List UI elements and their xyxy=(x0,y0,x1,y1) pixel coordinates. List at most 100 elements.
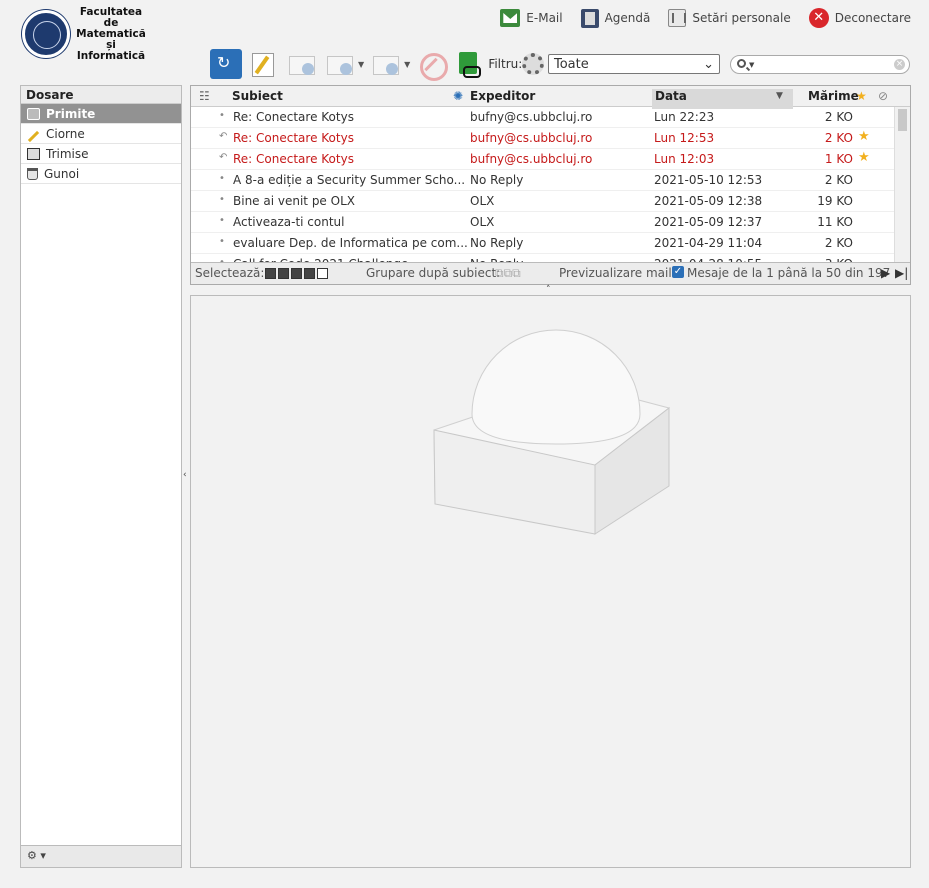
search-input[interactable]: ▼ × xyxy=(730,55,910,74)
vertical-splitter[interactable]: ‹ xyxy=(183,470,187,480)
attachment-icon[interactable]: ⊘ xyxy=(878,89,888,103)
forward-dropdown-icon[interactable]: ▼ xyxy=(404,60,410,69)
message-from: bufny@cs.ubbcluj.ro xyxy=(470,131,593,145)
forward-button[interactable] xyxy=(370,49,402,79)
message-date: Lun 12:53 xyxy=(654,131,715,145)
column-date[interactable]: Data xyxy=(655,89,687,103)
group-label: Grupare după subiect: xyxy=(366,266,501,280)
select-unread-icon[interactable] xyxy=(291,268,302,279)
preview-pane xyxy=(190,295,911,868)
folder-trash[interactable]: Gunoi xyxy=(21,164,181,184)
reply-all-button[interactable] xyxy=(324,49,356,79)
folder-drafts[interactable]: Ciorne xyxy=(21,124,181,144)
flag-star-icon[interactable]: ★ xyxy=(858,150,870,165)
replied-icon: ↶ xyxy=(219,152,228,163)
delete-button[interactable] xyxy=(416,49,449,81)
select-none-icon[interactable] xyxy=(317,268,328,279)
address-book-icon xyxy=(580,8,599,28)
table-row[interactable]: ↶ Re: Conectare Kotys bufny@cs.ubbcluj.ro L… xyxy=(191,128,896,149)
reply-button[interactable] xyxy=(286,49,318,79)
inbox-icon xyxy=(27,107,40,120)
folder-sent[interactable]: Trimise xyxy=(21,144,181,164)
nav-settings[interactable]: Setări personale xyxy=(668,8,791,28)
folder-drafts-label: Ciorne xyxy=(46,126,85,141)
nav-email[interactable]: E-Mail xyxy=(500,8,563,28)
message-size: 2 KO xyxy=(824,236,853,250)
check-mail-button[interactable] xyxy=(210,49,242,79)
pencil-icon xyxy=(27,130,40,142)
webmail-app: Facultatea de Matematică și Informatică … xyxy=(0,0,929,888)
mark-button[interactable] xyxy=(454,49,486,79)
next-page-icon[interactable]: ▶ xyxy=(881,266,890,280)
top-navigation: E-Mail Agendă Setări personale ✕ Deconec… xyxy=(500,8,911,28)
sort-desc-icon[interactable]: ▼ xyxy=(776,91,783,101)
table-row[interactable]: • Re: Conectare Kotys bufny@cs.ubbcluj.ro L… xyxy=(191,107,896,128)
column-size[interactable]: Mărime xyxy=(808,89,859,103)
message-size: 1 KO xyxy=(824,152,853,166)
flag-column-icon[interactable]: ★ xyxy=(856,89,867,103)
message-subject: evaluare Dep. de Informatica pe com... xyxy=(233,236,468,250)
message-from: OLX xyxy=(470,215,495,229)
filter-select[interactable]: Toate ⌄ xyxy=(548,54,720,74)
list-scrollbar[interactable] xyxy=(894,107,910,264)
select-label: Selectează: xyxy=(195,266,265,280)
nav-address-book-label: Agendă xyxy=(604,11,651,25)
message-count: Mesaje de la 1 până la 50 din 197 xyxy=(687,266,891,280)
message-size: 2 KO xyxy=(824,173,853,187)
table-row[interactable]: • Bine ai venit pe OLX OLX 2021-05-09 12:38… xyxy=(191,191,896,212)
message-list: ☷ Subiect ✺ Expeditor Data ▼ Mărime ★ ⊘ … xyxy=(190,85,911,285)
message-from: bufny@cs.ubbcluj.ro xyxy=(470,110,593,124)
mail-toolbar: ▼ ▼ Filtru: xyxy=(210,48,545,81)
table-row[interactable]: • A 8-a ediție a Security Summer Scho... N… xyxy=(191,170,896,191)
message-date: 2021-04-29 11:04 xyxy=(654,236,763,250)
message-date: Lun 12:03 xyxy=(654,152,715,166)
nav-logout[interactable]: ✕ Deconectare xyxy=(808,8,911,28)
filter-select-value: Toate xyxy=(554,56,589,72)
nav-settings-label: Setări personale xyxy=(692,11,791,25)
select-all-icon[interactable] xyxy=(265,268,276,279)
table-row[interactable]: • evaluare Dep. de Informatica pe com... N… xyxy=(191,233,896,254)
preview-checkbox[interactable]: ✓ xyxy=(672,266,684,278)
folder-actions[interactable]: ⚙ ▾ xyxy=(21,845,181,867)
group-icons[interactable]: ⧉⧉⧉ xyxy=(495,266,521,281)
gear-icon[interactable] xyxy=(522,53,545,75)
printer-icon xyxy=(27,147,40,160)
message-dot-icon: • xyxy=(219,173,225,184)
message-from: OLX xyxy=(470,194,495,208)
message-list-header: ☷ Subiect ✺ Expeditor Data ▼ Mărime ★ ⊘ xyxy=(191,86,910,109)
select-invert-icon[interactable] xyxy=(304,268,315,279)
message-from: bufny@cs.ubbcluj.ro xyxy=(470,152,593,166)
folder-list: Dosare Primite Ciorne Trimise Gunoi ⚙ ▾ xyxy=(20,85,182,868)
folder-inbox[interactable]: Primite xyxy=(21,104,181,124)
chevron-down-icon: ⌄ xyxy=(703,56,714,72)
university-seal-icon xyxy=(22,10,70,58)
logo-text: Facultatea de Matematică și Informatică xyxy=(76,5,146,62)
column-subject[interactable]: Subiect xyxy=(232,89,283,103)
clear-search-icon[interactable]: × xyxy=(894,59,905,70)
message-date: 2021-05-09 12:38 xyxy=(654,194,763,208)
folder-trash-label: Gunoi xyxy=(44,166,80,181)
table-row[interactable]: • Activeaza-ti contul OLX 2021-05-09 12:37 1… xyxy=(191,212,896,233)
preview-label: Previzualizare mail: xyxy=(559,266,676,280)
last-page-icon[interactable]: ▶| xyxy=(895,266,908,280)
filter-label-group: Filtru: xyxy=(488,53,545,75)
search-options-icon[interactable]: ▼ xyxy=(749,61,754,69)
select-page-icon[interactable] xyxy=(278,268,289,279)
column-from[interactable]: Expeditor xyxy=(470,89,535,103)
gear-icon[interactable]: ⚙ ▾ xyxy=(27,849,46,862)
faculty-logo[interactable]: Facultatea de Matematică și Informatică xyxy=(22,5,152,62)
compose-button[interactable] xyxy=(248,49,280,79)
scrollbar-thumb[interactable] xyxy=(898,109,907,131)
flag-star-icon[interactable]: ★ xyxy=(858,129,870,144)
message-size: 2 KO xyxy=(824,131,853,145)
list-options-icon[interactable]: ☷ xyxy=(199,89,210,103)
reply-all-dropdown-icon[interactable]: ▼ xyxy=(358,60,364,69)
message-date: 2021-05-09 12:37 xyxy=(654,215,763,229)
table-row[interactable]: ↶ Re: Conectare Kotys bufny@cs.ubbcluj.ro L… xyxy=(191,149,896,170)
search-icon xyxy=(737,59,746,68)
message-date: 2021-05-10 12:53 xyxy=(654,173,763,187)
thread-icon[interactable]: ✺ xyxy=(453,89,463,103)
message-dot-icon: • xyxy=(219,110,225,121)
nav-address-book[interactable]: Agendă xyxy=(580,8,651,28)
horizontal-splitter[interactable]: ˄ xyxy=(546,285,551,295)
